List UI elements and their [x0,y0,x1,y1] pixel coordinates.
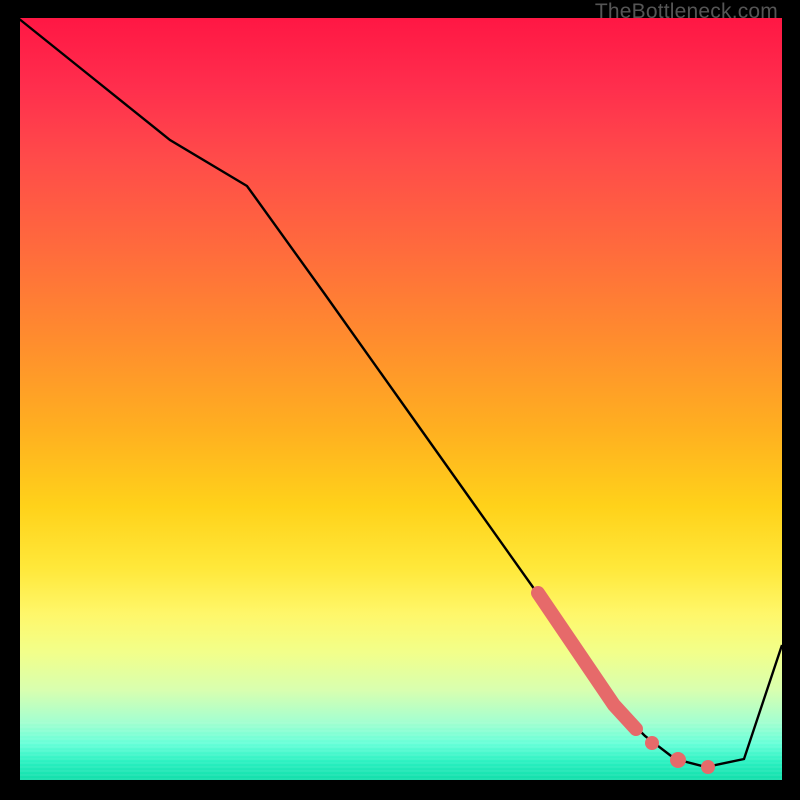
chart-frame [18,18,782,782]
watermark-text: TheBottleneck.com [595,0,778,24]
highlight-dot [645,736,659,750]
bottleneck-curve-path [18,18,782,767]
highlight-dot [701,760,715,774]
chart-svg [18,18,782,782]
highlight-segment [538,593,636,729]
highlight-dot [670,752,686,768]
